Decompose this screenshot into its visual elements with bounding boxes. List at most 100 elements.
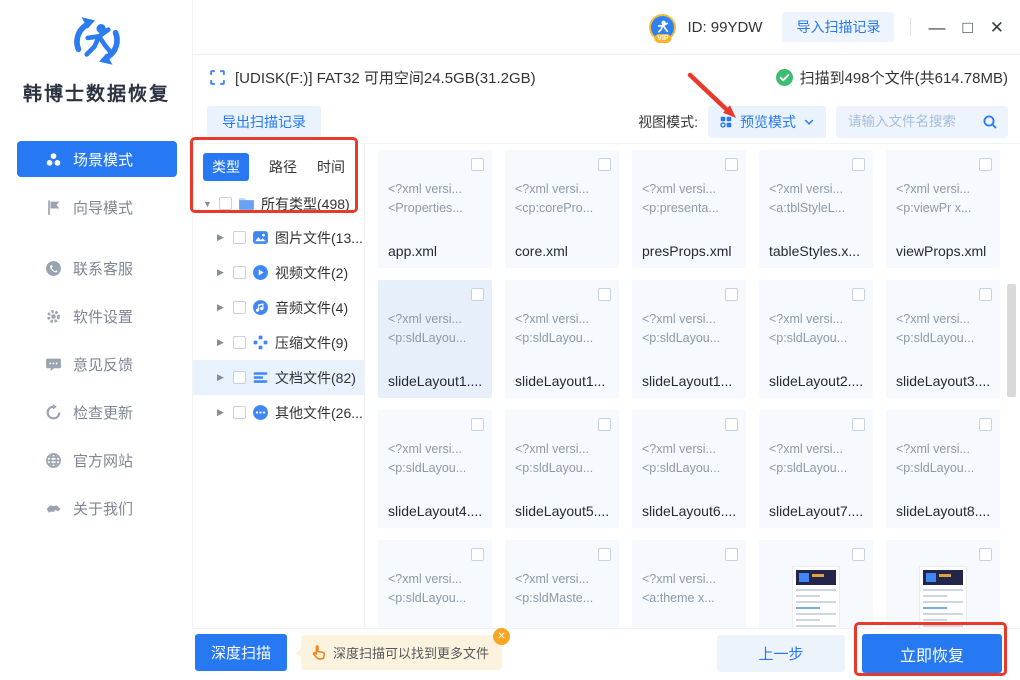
tree-item-doc[interactable]: 文档文件(82) <box>193 360 364 395</box>
checkbox[interactable] <box>979 288 992 301</box>
minimize-button[interactable]: — <box>928 19 945 36</box>
expand-arrow-icon[interactable] <box>217 407 227 418</box>
file-card[interactable]: <?xml versi... <Properties... app.xml <box>378 150 492 268</box>
sidebar-item-icon <box>45 404 62 421</box>
sidebar-item-icon <box>45 356 62 373</box>
checkbox[interactable] <box>471 418 484 431</box>
checkbox[interactable] <box>979 548 992 561</box>
file-card[interactable]: <?xml versi... <p:sldLayou... slideLayou… <box>886 280 1000 398</box>
file-preview-text: <?xml versi... <p:sldLayou... <box>388 440 485 478</box>
checkbox[interactable] <box>725 418 738 431</box>
file-card[interactable] <box>759 540 873 628</box>
tab-time[interactable]: 时间 <box>317 153 345 181</box>
file-card[interactable]: <?xml versi... <p:sldMaste... <box>505 540 619 628</box>
file-card[interactable]: <?xml versi... <a:tblStyleL... tableStyl… <box>759 150 873 268</box>
deep-scan-button[interactable]: 深度扫描 <box>195 634 287 671</box>
file-type-icon <box>252 404 269 421</box>
checkbox[interactable] <box>598 158 611 171</box>
checkbox[interactable] <box>233 371 246 384</box>
file-card[interactable]: <?xml versi... <cp:corePro... core.xml <box>505 150 619 268</box>
recover-now-button[interactable]: 立即恢复 <box>862 634 1002 673</box>
checkbox[interactable] <box>725 548 738 561</box>
checkbox[interactable] <box>233 231 246 244</box>
file-card[interactable]: <?xml versi... <p:sldLayou... slideLayou… <box>759 410 873 528</box>
view-mode-dropdown[interactable]: 预览模式 <box>708 106 826 138</box>
sidebar-item-update[interactable]: 检查更新 <box>17 394 177 430</box>
file-card[interactable]: <?xml versi... <p:sldLayou... slideLayou… <box>505 410 619 528</box>
tree-item-video[interactable]: 视频文件(2) <box>193 255 364 290</box>
sidebar-item-support[interactable]: 联系客服 <box>17 250 177 286</box>
checkbox[interactable] <box>598 418 611 431</box>
vip-avatar[interactable]: VIP <box>649 14 676 41</box>
file-card[interactable] <box>886 540 1000 628</box>
maximize-button[interactable]: □ <box>962 19 972 36</box>
file-card[interactable]: <?xml versi... <p:sldLayou... slideLayou… <box>632 410 746 528</box>
export-scan-record-button[interactable]: 导出扫描记录 <box>207 106 321 137</box>
file-card[interactable]: <?xml versi... <p:sldLayou... slideLayou… <box>505 280 619 398</box>
file-type-icon <box>252 334 269 351</box>
expand-arrow-icon[interactable] <box>217 267 227 278</box>
tree-item-all-types[interactable]: 所有类型(498) <box>193 187 364 220</box>
checkbox[interactable] <box>471 288 484 301</box>
sidebar-item-wizard[interactable]: 向导模式 <box>17 189 177 225</box>
tree-item-audio[interactable]: 音频文件(4) <box>193 290 364 325</box>
file-name: viewProps.xml <box>896 243 994 259</box>
search-icon[interactable] <box>982 114 998 130</box>
tree-item-zip[interactable]: 压缩文件(9) <box>193 325 364 360</box>
search-input[interactable] <box>846 113 976 130</box>
titlebar-divider <box>910 18 911 36</box>
checkbox[interactable] <box>233 266 246 279</box>
checkbox[interactable] <box>852 418 865 431</box>
checkbox[interactable] <box>598 288 611 301</box>
tree-item-image[interactable]: 图片文件(13... <box>193 220 364 255</box>
checkbox[interactable] <box>219 197 232 210</box>
file-card[interactable]: <?xml versi... <p:presenta... presProps.… <box>632 150 746 268</box>
checkbox[interactable] <box>852 548 865 561</box>
sidebar-item-feedback[interactable]: 意见反馈 <box>17 346 177 382</box>
checkbox[interactable] <box>233 406 246 419</box>
checkbox[interactable] <box>233 301 246 314</box>
expand-arrow-icon[interactable] <box>217 302 227 313</box>
checkbox[interactable] <box>979 158 992 171</box>
sidebar-item-website[interactable]: 官方网站 <box>17 442 177 478</box>
expand-arrow-icon[interactable] <box>217 337 227 348</box>
sidebar-item-about[interactable]: 关于我们 <box>17 490 177 526</box>
checkbox[interactable] <box>471 548 484 561</box>
checkbox[interactable] <box>471 158 484 171</box>
checkbox[interactable] <box>725 288 738 301</box>
sidebar-item-scene[interactable]: 场景模式 <box>17 141 177 177</box>
checkbox[interactable] <box>852 288 865 301</box>
file-card[interactable]: <?xml versi... <p:viewPr x... viewProps.… <box>886 150 1000 268</box>
close-button[interactable]: ✕ <box>990 19 1004 36</box>
checkbox[interactable] <box>233 336 246 349</box>
sidebar-item-icon <box>45 199 62 216</box>
file-card[interactable]: <?xml versi... <p:sldLayou... slideLayou… <box>759 280 873 398</box>
tab-type[interactable]: 类型 <box>203 153 249 181</box>
file-card[interactable]: <?xml versi... <p:sldLayou... slideLayou… <box>378 280 492 398</box>
checkbox[interactable] <box>979 418 992 431</box>
file-name: slideLayout8.... <box>896 503 994 519</box>
view-mode-label: 视图模式: <box>638 112 698 132</box>
tree-item-other[interactable]: 其他文件(26... <box>193 395 364 430</box>
collapse-arrow-icon[interactable] <box>203 199 213 209</box>
file-card[interactable]: <?xml versi... <a:theme x... <box>632 540 746 628</box>
file-card[interactable]: <?xml versi... <p:sldLayou... <box>378 540 492 628</box>
checkbox[interactable] <box>725 158 738 171</box>
tree-item-label: 图片文件(13... <box>275 228 363 248</box>
tip-close-icon[interactable]: ✕ <box>493 628 510 645</box>
tab-path[interactable]: 路径 <box>269 153 297 181</box>
file-card[interactable]: <?xml versi... <p:sldLayou... slideLayou… <box>378 410 492 528</box>
file-card[interactable]: <?xml versi... <p:sldLayou... slideLayou… <box>632 280 746 398</box>
file-preview-text: <?xml versi... <p:sldLayou... <box>388 310 485 348</box>
sidebar-item-settings[interactable]: 软件设置 <box>17 298 177 334</box>
file-card[interactable]: <?xml versi... <p:sldLayou... slideLayou… <box>886 410 1000 528</box>
sidebar-item-icon <box>45 260 62 277</box>
import-scan-record-button[interactable]: 导入扫描记录 <box>782 12 894 42</box>
checkbox[interactable] <box>598 548 611 561</box>
checkbox[interactable] <box>852 158 865 171</box>
expand-arrow-icon[interactable] <box>217 232 227 243</box>
expand-arrow-icon[interactable] <box>217 372 227 383</box>
app-logo: 韩博士数据恢复 <box>0 8 193 106</box>
scrollbar-thumb[interactable] <box>1007 284 1016 397</box>
previous-step-button[interactable]: 上一步 <box>717 635 845 672</box>
